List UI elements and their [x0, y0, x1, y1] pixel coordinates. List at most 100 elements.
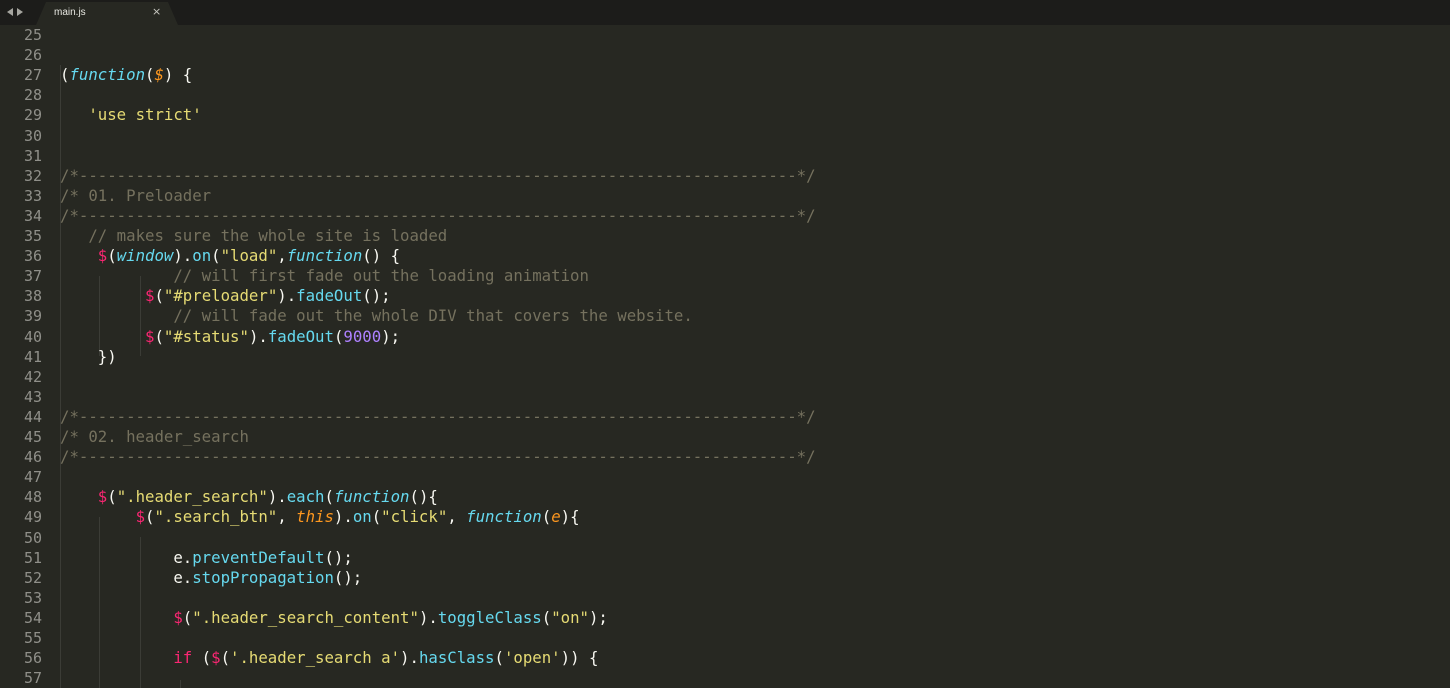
code-token: preventDefault: [192, 547, 325, 567]
code-token: ,: [277, 507, 297, 527]
code-token: (: [154, 326, 164, 346]
code-token: (: [107, 487, 117, 507]
code-line[interactable]: 38 $("#preloader").fadeOut();: [0, 286, 1450, 306]
code-token: ).: [418, 607, 438, 627]
code-line[interactable]: 28: [0, 85, 1450, 105]
code-token: (: [182, 607, 193, 627]
code-token: /*--------------------------------------…: [60, 205, 816, 225]
code-token: $: [211, 648, 221, 668]
line-number: 43: [23, 387, 42, 406]
code-text: /* 01. Preloader: [60, 186, 211, 206]
code-text: (function($) {: [60, 65, 192, 85]
line-number: 40: [23, 327, 42, 346]
code-token: e: [551, 507, 561, 527]
code-token: window: [116, 246, 174, 266]
code-line[interactable]: 35 // makes sure the whole site is loade…: [0, 226, 1450, 246]
code-token: "#status": [163, 326, 249, 346]
tab-navigation: [7, 6, 23, 18]
code-token: $: [173, 607, 183, 627]
code-token: ();: [333, 567, 363, 587]
code-token: // makes sure the whole site is loaded: [88, 226, 448, 245]
code-line[interactable]: 29 'use strict': [0, 105, 1450, 125]
code-line[interactable]: 50: [0, 528, 1450, 548]
code-token: hasClass: [418, 648, 495, 668]
code-line[interactable]: 55: [0, 628, 1450, 648]
line-number: 48: [23, 488, 42, 507]
code-line[interactable]: 34 /*------------------------------------…: [0, 206, 1450, 226]
code-line[interactable]: 54 $(".header_search_content").toggleCla…: [0, 608, 1450, 628]
code-token: $: [97, 246, 108, 266]
code-line[interactable]: 44 /*------------------------------------…: [0, 407, 1450, 427]
code-text: $(".header_search_content").toggleClass(…: [60, 608, 608, 628]
code-text: /*--------------------------------------…: [60, 407, 816, 427]
code-line[interactable]: 25: [0, 25, 1450, 45]
code-line[interactable]: 39 // will fade out the whole DIV that c…: [0, 306, 1450, 326]
code-line[interactable]: 37 // will first fade out the loading an…: [0, 266, 1450, 286]
code-line[interactable]: 26: [0, 45, 1450, 65]
code-token: }): [60, 346, 117, 366]
code-line[interactable]: 40 $("#status").fadeOut(9000);: [0, 327, 1450, 347]
tab-bar: main.js ×: [0, 0, 1450, 25]
code-text: $(".header_search").each(function(){: [60, 487, 438, 507]
code-line[interactable]: 36 $(window).on("load",function() {: [0, 246, 1450, 266]
code-line[interactable]: 47: [0, 467, 1450, 487]
code-token: (: [154, 286, 164, 306]
code-token: $: [154, 65, 164, 85]
code-token: toggleClass: [437, 607, 542, 627]
line-number: 55: [23, 629, 42, 647]
code-line[interactable]: 33 /* 01. Preloader: [0, 186, 1450, 206]
code-token: if: [173, 648, 193, 668]
code-line[interactable]: 30: [0, 126, 1450, 146]
code-token: ,: [447, 507, 467, 527]
tab-main-js[interactable]: main.js ×: [36, 2, 178, 25]
code-line[interactable]: 49 $(".search_btn", this).on("click", fu…: [0, 507, 1450, 527]
code-line[interactable]: 48 $(".header_search").each(function(){: [0, 487, 1450, 507]
code-text: /* 02. header_search: [60, 427, 249, 447]
close-icon[interactable]: ×: [152, 5, 161, 18]
code-token: (: [220, 648, 231, 668]
code-text: $("#status").fadeOut(9000);: [60, 327, 400, 347]
code-line[interactable]: 31: [0, 146, 1450, 166]
code-token: ).: [173, 246, 193, 266]
arrow-right-icon[interactable]: [17, 8, 23, 16]
code-text: // will fade out the whole DIV that cove…: [60, 306, 693, 326]
code-line[interactable]: 51 e.preventDefault();: [0, 548, 1450, 568]
code-line[interactable]: 46 /*------------------------------------…: [0, 447, 1450, 467]
code-text: /*--------------------------------------…: [60, 447, 816, 467]
code-token: 9000: [343, 326, 382, 346]
code-line[interactable]: 27 (function($) {: [0, 65, 1450, 85]
code-line[interactable]: 43: [0, 387, 1450, 407]
code-token: fadeOut: [296, 286, 363, 306]
code-token: ).: [400, 648, 419, 668]
code-line[interactable]: 32 /*------------------------------------…: [0, 166, 1450, 186]
line-number: 37: [23, 267, 42, 286]
line-number: 53: [23, 588, 42, 607]
code-token: ) {: [163, 65, 193, 85]
code-line[interactable]: 52 e.stopPropagation();: [0, 568, 1450, 588]
line-number: 42: [23, 367, 42, 386]
line-number: 50: [23, 528, 42, 547]
code-line[interactable]: 56 if ($('.header_search a').hasClass('o…: [0, 648, 1450, 668]
line-number: 44: [23, 407, 42, 426]
code-token: // will fade out the whole DIV that cove…: [173, 306, 693, 326]
code-token: ".search_btn": [154, 507, 278, 527]
line-number: 38: [23, 287, 42, 306]
code-line[interactable]: 42: [0, 367, 1450, 387]
code-text: if ($('.header_search a').hasClass('open…: [60, 648, 598, 668]
code-line[interactable]: 53: [0, 588, 1450, 608]
code-token: (: [211, 246, 221, 266]
arrow-left-icon[interactable]: [7, 8, 13, 16]
line-number: 32: [23, 166, 42, 185]
code-line[interactable]: 41 }): [0, 347, 1450, 367]
line-number: 41: [23, 347, 42, 366]
code-token: ).: [267, 487, 287, 507]
code-token: function: [466, 507, 542, 527]
code-line[interactable]: 57: [0, 668, 1450, 688]
code-line[interactable]: 45 /* 02. header_search: [0, 427, 1450, 447]
code-text: 'use strict': [60, 105, 201, 125]
code-editor[interactable]: 25 26 27 (function($) {28 29 'use strict' 30 3…: [0, 25, 1450, 688]
